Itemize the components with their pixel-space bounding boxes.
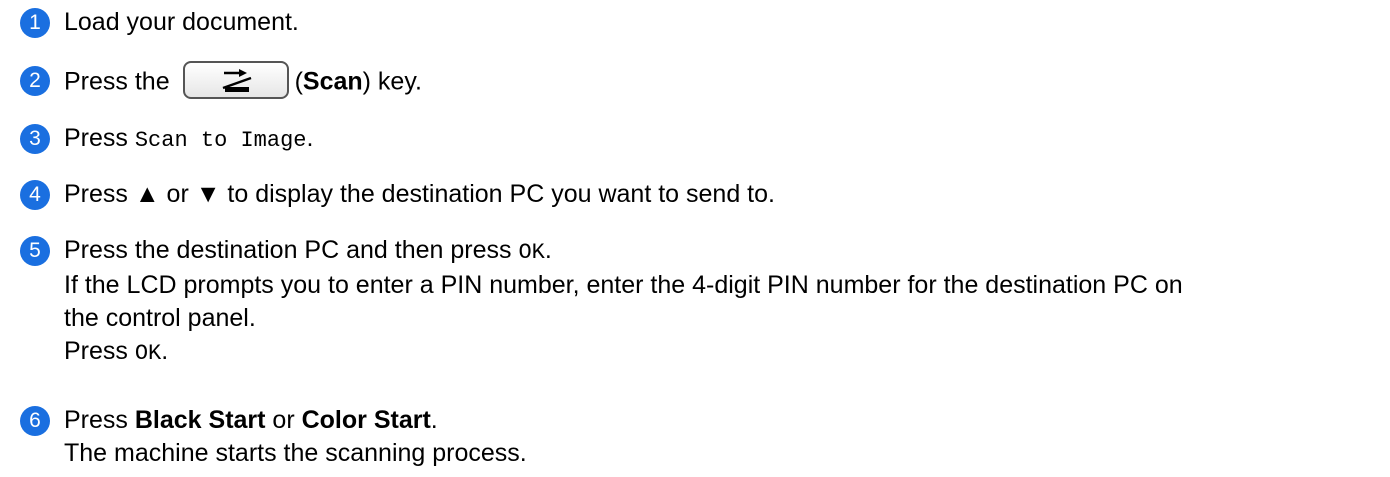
step-3-post: . xyxy=(306,124,314,152)
step-4-text: Press ▲ or ▼ to display the destination … xyxy=(64,180,775,208)
step-5-line-4-post: . xyxy=(161,337,169,365)
step-6-line-2: The machine starts the scanning process. xyxy=(64,439,527,467)
step-5-line-2: If the LCD prompts you to enter a PIN nu… xyxy=(64,271,1183,299)
lcd-option-scan-to-image: Scan to Image xyxy=(134,128,307,153)
step-2-post: ) key. xyxy=(362,67,422,96)
step-5-line-3: the control panel. xyxy=(64,304,256,332)
step-2: 2 Press the (Scan) key. xyxy=(20,61,1380,102)
step-6: 6 Press Black Start or Color Start. The … xyxy=(20,404,1380,470)
lcd-option-ok: OK xyxy=(518,240,545,265)
scan-key-button[interactable] xyxy=(182,61,289,99)
step-5-line-1: Press the destination PC and then press … xyxy=(64,234,1183,269)
step-3-pre: Press xyxy=(64,124,135,152)
scan-key-name: Scan xyxy=(302,67,363,96)
step-5-line-4: Press OK. xyxy=(64,335,1183,370)
step-3: 3 Press Scan to Image. xyxy=(20,122,1380,157)
step-number-badge: 2 xyxy=(20,66,50,96)
step-6-pre: Press xyxy=(64,406,135,434)
scan-icon xyxy=(222,69,251,92)
step-2-open-paren: ( xyxy=(294,67,303,96)
black-start-key: Black Start xyxy=(134,406,266,434)
step-1-text: Load your document. xyxy=(64,8,299,36)
step-5-line-1-pre: Press the destination PC and then press xyxy=(64,236,519,264)
lcd-option-ok: OK xyxy=(134,341,162,366)
step-text: Load your document. xyxy=(64,6,299,39)
step-number-badge: 6 xyxy=(20,406,50,436)
step-number-badge: 5 xyxy=(20,236,50,266)
step-number-badge: 3 xyxy=(20,124,50,154)
step-6-post: . xyxy=(430,406,438,434)
step-6-mid: or xyxy=(265,406,302,434)
step-6-line-1: Press Black Start or Color Start. xyxy=(64,404,527,437)
step-2-pre: Press the xyxy=(64,67,170,96)
color-start-key: Color Start xyxy=(301,406,431,434)
step-text: Press the destination PC and then press … xyxy=(64,234,1183,370)
step-text: Press Scan to Image. xyxy=(64,122,313,157)
step-text: Press ▲ or ▼ to display the destination … xyxy=(64,178,775,211)
step-text: Press Black Start or Color Start. The ma… xyxy=(64,404,527,470)
step-number-badge: 1 xyxy=(20,8,50,38)
step-text: Press the (Scan) key. xyxy=(64,61,422,102)
step-5: 5 Press the destination PC and then pres… xyxy=(20,234,1380,370)
step-5-line-1-post: . xyxy=(544,236,552,264)
step-5-line-4-pre: Press xyxy=(64,337,135,365)
step-number-badge: 4 xyxy=(20,180,50,210)
step-1: 1 Load your document. xyxy=(20,6,1380,39)
step-4: 4 Press ▲ or ▼ to display the destinatio… xyxy=(20,178,1380,211)
